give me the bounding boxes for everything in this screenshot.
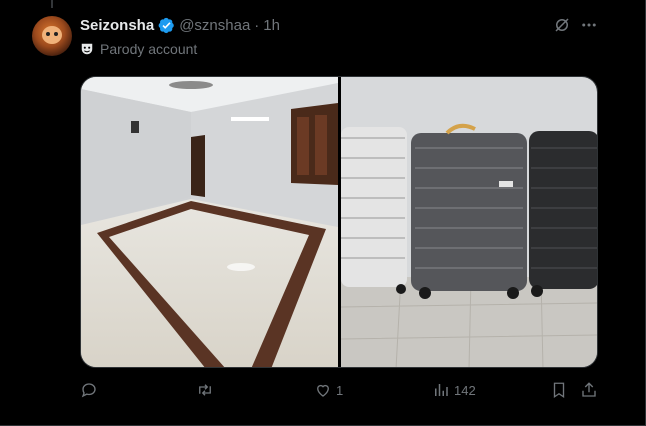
bookmark-icon xyxy=(553,382,565,399)
avatar-eye-left xyxy=(46,32,50,36)
media-image-room[interactable] xyxy=(81,77,338,367)
bookmark-button[interactable] xyxy=(550,380,568,400)
tweet-actions: 1 142 xyxy=(80,380,598,400)
views-count: 142 xyxy=(454,382,476,398)
author-name[interactable]: Seizonsha xyxy=(80,17,154,34)
parody-label: Parody account xyxy=(80,40,197,58)
parody-label-text: Parody account xyxy=(100,41,198,57)
verified-badge-icon xyxy=(158,17,174,33)
room-photo xyxy=(81,77,338,367)
media-image-suitcases[interactable] xyxy=(341,77,597,367)
share-icon xyxy=(582,382,596,397)
theater-mask-icon xyxy=(81,43,93,55)
avatar[interactable] xyxy=(32,16,72,56)
tweet-header: Seizonsha @sznshaa · 1h xyxy=(80,15,280,35)
author-handle[interactable]: @sznshaa xyxy=(179,17,250,34)
like-count: 1 xyxy=(336,382,344,398)
views-button[interactable]: 142 xyxy=(432,380,476,400)
like-button[interactable]: 1 xyxy=(314,380,343,400)
suitcases-photo xyxy=(341,77,597,367)
timestamp[interactable]: 1h xyxy=(263,17,280,34)
share-button[interactable] xyxy=(580,380,598,400)
thread-connector xyxy=(51,0,53,8)
more-options-icon[interactable] xyxy=(580,16,598,34)
retweet-icon xyxy=(199,384,211,396)
retweet-button[interactable] xyxy=(196,380,218,400)
tweet-media[interactable] xyxy=(80,76,598,368)
grok-icon[interactable] xyxy=(553,16,571,34)
avatar-eye-right xyxy=(54,32,58,36)
reply-icon xyxy=(81,383,96,398)
like-icon xyxy=(317,384,329,397)
separator-dot: · xyxy=(254,16,260,34)
reply-button[interactable] xyxy=(80,380,102,400)
avatar-face xyxy=(42,26,62,44)
views-icon xyxy=(435,384,448,396)
